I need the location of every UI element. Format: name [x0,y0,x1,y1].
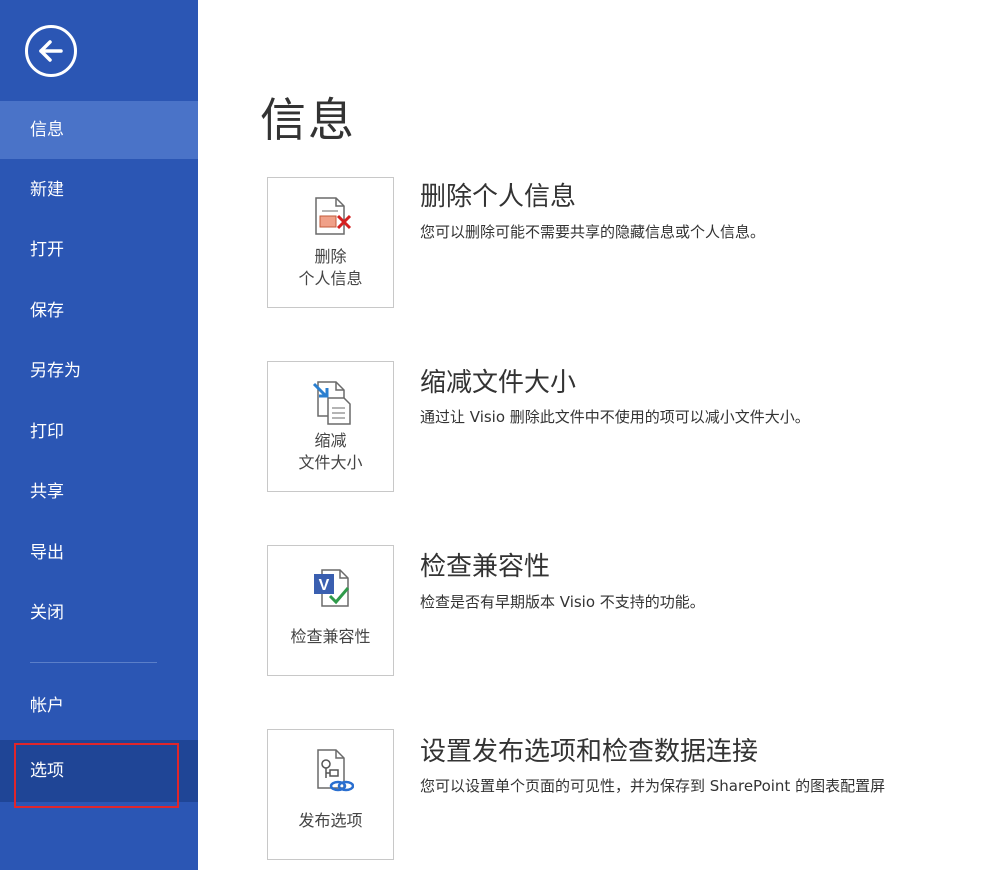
section-title-reduce-size: 缩减文件大小 [420,368,577,398]
remove-personal-info-icon [315,197,352,235]
page-title: 信息 [260,93,356,147]
visio-backstage: 信息 新建 打开 保存 另存为 打印 共享 导出 关闭 帐户 选项 信息 删除 … [0,0,1000,870]
sidebar-item-export[interactable]: 导出 [0,524,198,582]
tile-label-line1: 检查兼容性 [290,627,371,646]
sidebar-item-new[interactable]: 新建 [0,161,198,219]
check-compatibility-icon: V [314,569,350,607]
sidebar-item-close[interactable]: 关闭 [0,584,198,642]
sidebar-item-share[interactable]: 共享 [0,463,198,521]
tile-label-line1: 缩减 [314,431,347,450]
sidebar-item-options[interactable]: 选项 [0,740,198,802]
sidebar-divider [30,662,157,663]
sidebar-item-open[interactable]: 打开 [0,221,198,279]
tile-label-line2: 文件大小 [298,453,363,472]
section-title-remove-info: 删除个人信息 [420,182,577,212]
sidebar-item-account[interactable]: 帐户 [0,677,198,735]
publish-options-icon [317,749,354,792]
sidebar-item-print[interactable]: 打印 [0,403,198,461]
reduce-file-size-icon [312,381,351,425]
publish-options-button[interactable]: 发布选项 [267,729,394,860]
reduce-file-size-button[interactable]: 缩减 文件大小 [267,361,394,492]
sidebar-item-info[interactable]: 信息 [0,101,198,159]
section-title-publish-options: 设置发布选项和检查数据连接 [420,737,759,767]
tile-label-line2: 个人信息 [298,269,363,288]
remove-personal-info-button[interactable]: 删除 个人信息 [267,177,394,308]
sidebar-item-save-as[interactable]: 另存为 [0,342,198,400]
section-desc-reduce-size: 通过让 Visio 删除此文件中不使用的项可以减小文件大小。 [420,408,810,426]
sidebar-item-save[interactable]: 保存 [0,282,198,340]
section-desc-publish-options: 您可以设置单个页面的可见性，并为保存到 SharePoint 的图表配置屏 [420,777,886,795]
tile-label-line1: 发布选项 [298,811,363,830]
back-button[interactable] [25,25,77,77]
section-desc-compatibility: 检查是否有早期版本 Visio 不支持的功能。 [420,593,705,611]
check-compatibility-button[interactable]: V 检查兼容性 [267,545,394,676]
back-arrow-icon [39,40,63,62]
svg-text:V: V [319,577,330,594]
tile-label-line1: 删除 [314,247,347,266]
section-desc-remove-info: 您可以删除可能不需要共享的隐藏信息或个人信息。 [420,223,766,241]
backstage-sidebar: 信息 新建 打开 保存 另存为 打印 共享 导出 关闭 帐户 选项 [0,0,198,870]
section-title-compatibility: 检查兼容性 [420,552,551,582]
